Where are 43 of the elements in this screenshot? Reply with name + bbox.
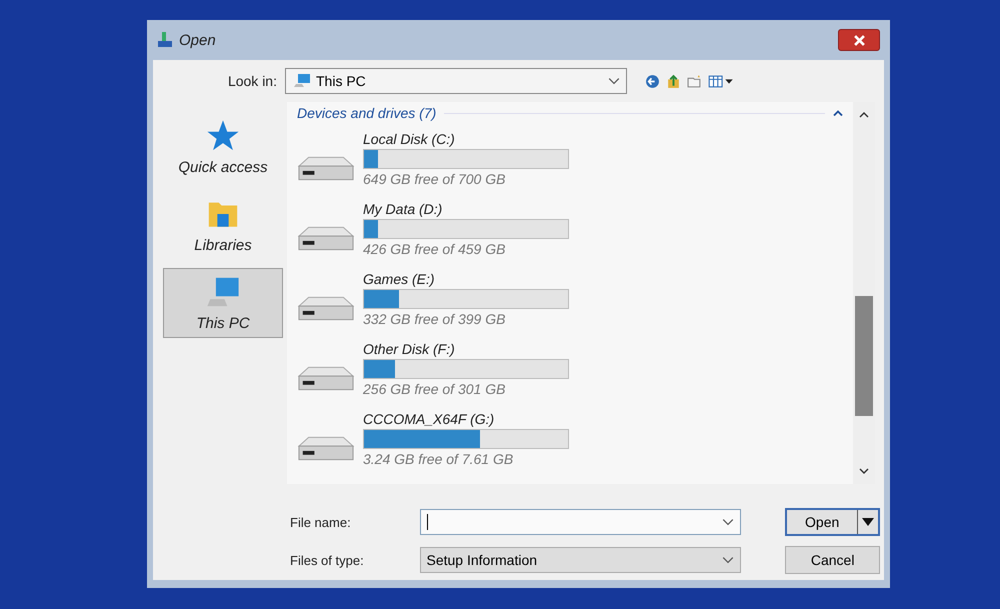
scroll-down-icon[interactable] [859,468,869,474]
places-label: This PC [196,314,250,332]
view-menu-icon[interactable] [708,74,734,88]
places-item[interactable]: Libraries [163,190,283,260]
free-space-text: 3.24 GB free of 7.61 GB [363,451,514,467]
look-in-label: Look in: [226,73,278,89]
scroll-thumb[interactable] [855,296,873,416]
monitor-icon [292,73,312,89]
places-item[interactable]: This PC [163,268,283,338]
places-item[interactable]: Quick access [163,112,283,182]
group-header: Devices and drives (7) [297,105,436,121]
star-icon [206,118,240,152]
cancel-button[interactable]: Cancel [785,546,880,574]
close-button[interactable] [838,29,880,51]
places-label: Quick access [178,158,268,176]
folder-up-icon[interactable] [666,74,681,88]
drive-name: Local Disk (C:) [363,131,456,147]
back-icon[interactable] [645,74,660,88]
file-name-field[interactable] [420,509,742,535]
file-type-dropdown[interactable]: Setup Information [420,547,742,573]
collapse-caret-icon[interactable] [833,110,843,116]
close-icon [854,34,864,46]
free-space-text: 649 GB free of 700 GB [363,171,506,187]
scroll-up-icon[interactable] [859,112,869,118]
new-folder-icon[interactable] [687,74,702,88]
free-space-text: 426 GB free of 459 GB [363,241,506,257]
look-in-value: This PC [316,73,366,89]
chevron-down-icon [722,556,734,564]
look-in-dropdown[interactable]: This PC [285,68,627,94]
drive-name: Games (E:) [363,271,436,287]
drive-name: CCCOMA_X64F (G:) [363,411,496,427]
places-label: Libraries [194,236,252,254]
file-type-label: Files of type: [289,552,365,568]
chevron-down-icon [722,518,734,526]
open-button[interactable]: Open [785,508,880,536]
file-name-label: File name: [289,514,352,530]
drive-name: My Data (D:) [363,201,444,217]
dropdown-arrow-icon [862,518,874,526]
chevron-down-icon [608,77,620,85]
free-space-text: 256 GB free of 301 GB [363,381,506,397]
drive-name: Other Disk (F:) [363,341,456,357]
window-title: Open [179,32,216,48]
free-space-text: 332 GB free of 399 GB [363,311,506,327]
